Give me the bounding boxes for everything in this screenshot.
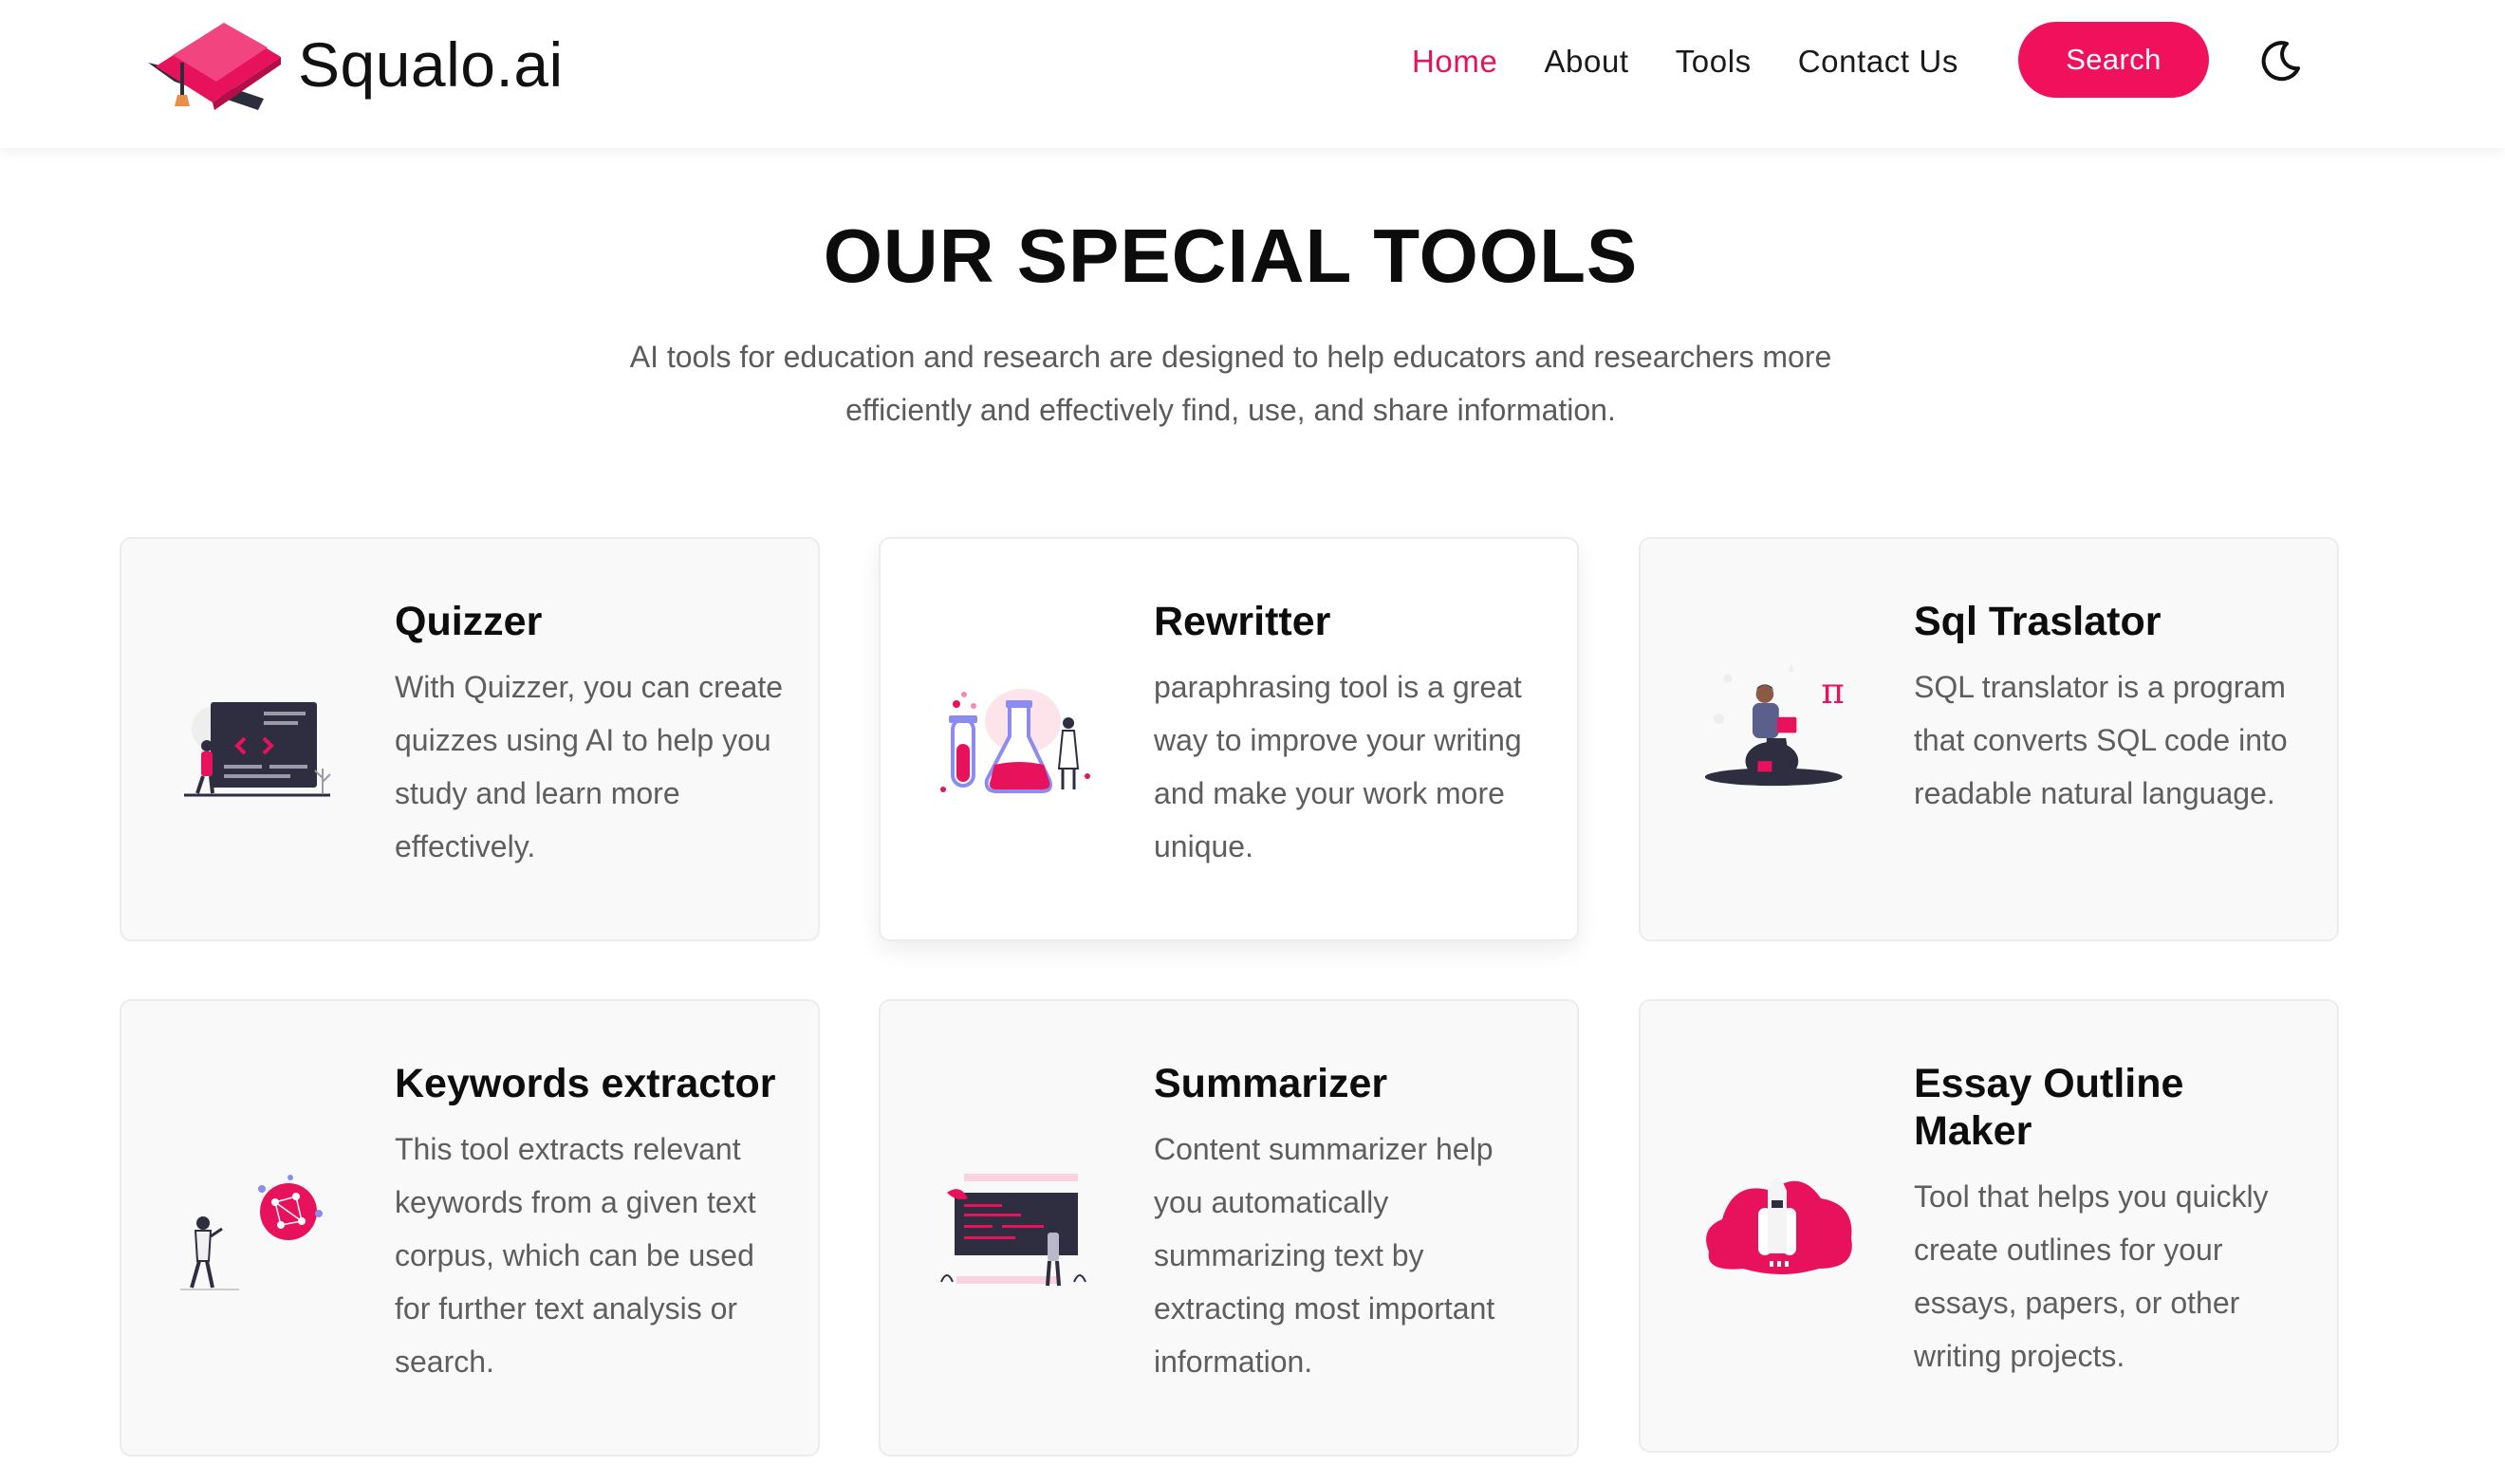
site-header: Squalo.ai Home About Tools Contact Us Se…	[0, 0, 2505, 148]
lab-flasks-illustration	[940, 689, 1090, 793]
tool-card-title: Essay Outline Maker	[1914, 1061, 2184, 1154]
tool-card-body: Rewritter paraphrasing tool is a great w…	[1154, 598, 1543, 873]
nav-item-tools[interactable]: Tools	[1676, 38, 1752, 85]
person-network-illustration	[180, 1175, 323, 1290]
section-title: OUR SPECIAL TOOLS	[823, 213, 1639, 298]
tool-card-quizzer[interactable]: Quizzer With Quizzer, you can create qui…	[120, 537, 820, 941]
tool-card-title: Sql Traslator	[1914, 599, 2162, 644]
moon-icon[interactable]	[2258, 38, 2304, 83]
person-reading-pi-illustration: π	[1704, 664, 1845, 787]
tool-card-title: Summarizer	[1154, 1061, 1388, 1106]
main-nav: Home About Tools Contact Us	[1412, 38, 2005, 85]
presentation-board-illustration	[940, 1174, 1086, 1287]
tool-card-body: Sql Traslator SQL translator is a progra…	[1914, 598, 2303, 820]
section-subtitle: AI tools for education and research are …	[629, 340, 1832, 427]
nav-item-contact-us[interactable]: Contact Us	[1798, 38, 1958, 85]
tool-card-description: paraphrasing tool is a great way to impr…	[1154, 670, 1522, 863]
tool-card-title: Rewritter	[1154, 599, 1331, 644]
rocket-launch-illustration	[1706, 1178, 1852, 1274]
brand-logo[interactable]: Squalo.ai	[146, 15, 564, 114]
tool-card-title: Keywords extractor	[395, 1061, 776, 1106]
tool-card-body: Essay Outline Maker Tool that helps you …	[1914, 1060, 2303, 1382]
nav-item-about[interactable]: About	[1544, 38, 1628, 85]
graduation-cap-icon	[148, 23, 281, 110]
tool-card-sql-traslator[interactable]: π Sql Traslator SQL translator is a prog…	[1639, 537, 2339, 941]
nav-item-home[interactable]: Home	[1412, 38, 1497, 85]
tool-card-description: This tool extracts relevant keywords fro…	[395, 1132, 756, 1379]
tool-card-essay-outline-maker[interactable]: Essay Outline Maker Tool that helps you …	[1639, 999, 2339, 1453]
brand-name: Squalo.ai	[298, 29, 564, 100]
tool-card-description: SQL translator is a program that convert…	[1914, 670, 2288, 810]
tool-card-description: Content summarizer help you automaticall…	[1154, 1132, 1495, 1379]
tool-card-description: With Quizzer, you can create quizzes usi…	[395, 670, 784, 863]
search-button[interactable]: Search	[2018, 22, 2209, 98]
code-board-illustration	[184, 702, 331, 797]
svg-text:π: π	[1821, 671, 1844, 712]
tool-card-title: Quizzer	[395, 599, 543, 644]
tool-card-body: Quizzer With Quizzer, you can create qui…	[395, 598, 784, 873]
tool-card-body: Keywords extractor This tool extracts re…	[395, 1060, 784, 1388]
tool-card-rewritter[interactable]: Rewritter paraphrasing tool is a great w…	[879, 537, 1579, 941]
tool-card-keywords-extractor[interactable]: Keywords extractor This tool extracts re…	[120, 999, 820, 1456]
tool-card-description: Tool that helps you quickly create outli…	[1914, 1179, 2269, 1373]
tool-card-summarizer[interactable]: Summarizer Content summarizer help you a…	[879, 999, 1579, 1456]
tool-card-body: Summarizer Content summarizer help you a…	[1154, 1060, 1543, 1388]
